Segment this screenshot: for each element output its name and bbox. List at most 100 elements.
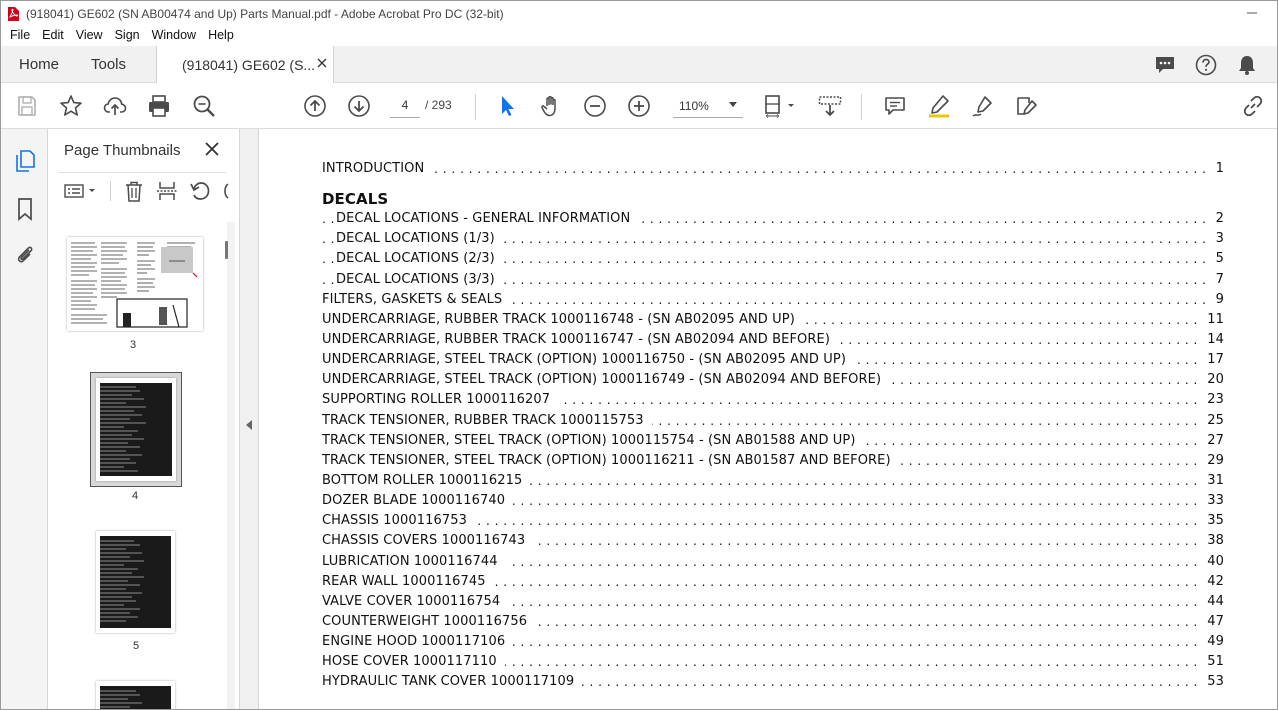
next-page-icon[interactable]: [347, 94, 371, 118]
previous-page-icon[interactable]: [303, 94, 327, 118]
toc-entry-page: 14: [1203, 329, 1224, 350]
toc-entry[interactable]: REAR WALL 1000116745 42: [322, 571, 1224, 592]
toc-entry-page: 47: [1203, 611, 1224, 632]
menu-file[interactable]: File: [1, 27, 36, 46]
scroll-mode-icon[interactable]: [818, 94, 842, 118]
document-view[interactable]: INTRODUCTION 1 DECALS DECAL LOCATIONS - …: [259, 129, 1277, 709]
more-tools-icon[interactable]: [221, 180, 229, 202]
delete-page-icon[interactable]: [123, 180, 145, 202]
toc-entry-title: REAR WALL 1000116745: [322, 573, 494, 589]
toc-entry[interactable]: LUBRICATION 1000116744 40: [322, 551, 1224, 572]
acrobat-window: (918041) GE602 (SN AB00474 and Up) Parts…: [0, 0, 1278, 710]
toc-entry-introduction[interactable]: INTRODUCTION 1: [322, 159, 1224, 179]
collapse-panel-arrow-icon[interactable]: [246, 420, 252, 430]
toc-entry[interactable]: HYDRAULIC TANK COVER 1000117109 53: [322, 672, 1224, 693]
toc-entry[interactable]: HOSE COVER 1000117110 51: [322, 652, 1224, 673]
page-fit-icon[interactable]: [763, 94, 797, 118]
toc-entry[interactable]: SUPPORTING ROLLER 1000116207 23: [322, 390, 1224, 411]
menu-view[interactable]: View: [70, 27, 109, 46]
zoom-search-icon[interactable]: [192, 94, 216, 118]
thumbnail-page-3[interactable]: [67, 237, 203, 331]
cloud-upload-icon[interactable]: [103, 94, 127, 118]
toc-entry-page: 17: [1203, 350, 1224, 371]
tab-tools[interactable]: Tools: [91, 56, 126, 73]
extract-pages-icon[interactable]: [156, 180, 178, 202]
draw-freeform-icon[interactable]: [971, 94, 995, 118]
menu-edit[interactable]: Edit: [36, 27, 70, 46]
print-icon[interactable]: [147, 94, 171, 118]
panel-collapse-gutter[interactable]: [240, 129, 259, 709]
toc-entry[interactable]: DECAL LOCATIONS - GENERAL INFORMATION 2: [322, 209, 1224, 230]
attachments-paperclip-icon[interactable]: [13, 243, 37, 267]
minimize-icon[interactable]: [1245, 6, 1259, 20]
comment-icon[interactable]: [883, 94, 907, 118]
toc-entry-title: DECAL LOCATIONS (3/3): [336, 271, 503, 287]
save-icon[interactable]: [15, 94, 39, 118]
notifications-bell-icon[interactable]: [1236, 54, 1258, 76]
bookmarks-icon[interactable]: [13, 197, 37, 221]
window-title: (918041) GE602 (SN AB00474 and Up) Parts…: [26, 7, 504, 21]
zoom-level-select[interactable]: 110%: [673, 94, 743, 118]
comments-icon[interactable]: [1154, 54, 1176, 76]
tab-home[interactable]: Home: [19, 56, 59, 73]
toc-entry[interactable]: COUNTERWEIGHT 1000116756 47: [322, 611, 1224, 632]
thumbnail-page-4-selection[interactable]: [90, 372, 182, 487]
toc-entry[interactable]: BOTTOM ROLLER 1000116215 31: [322, 470, 1224, 491]
toc-entry[interactable]: VALVE COVER 1000116754 44: [322, 591, 1224, 612]
toc-entry[interactable]: DECAL LOCATIONS (3/3) 7: [322, 269, 1224, 290]
thumbnail-page-6[interactable]: [96, 681, 175, 709]
toc-entry[interactable]: UNDERCARRIAGE, STEEL TRACK (OPTION) 1000…: [322, 350, 1224, 371]
zoom-in-icon[interactable]: [627, 94, 651, 118]
thumbnail-options-icon[interactable]: [63, 180, 99, 202]
toc-entry-title: UNDERCARRIAGE, STEEL TRACK (OPTION) 1000…: [322, 372, 890, 388]
page-number-input[interactable]: 4: [390, 94, 420, 118]
thumbnail-page-5[interactable]: [96, 531, 175, 633]
menu-help[interactable]: Help: [202, 27, 240, 46]
toc-entry-page: 38: [1203, 531, 1224, 552]
toc-entry[interactable]: ENGINE HOOD 1000117106 49: [322, 632, 1224, 653]
toc-entry[interactable]: UNDERCARRIAGE, RUBBER TRACK 1000116747 -…: [322, 329, 1224, 350]
toc-entry-title: HYDRAULIC TANK COVER 1000117109: [322, 674, 583, 690]
toc-entry[interactable]: UNDERCARRIAGE, STEEL TRACK (OPTION) 1000…: [322, 370, 1224, 391]
toc-entry[interactable]: DECAL LOCATIONS (1/3) 3: [322, 229, 1224, 250]
page-thumbnails-panel: Page Thumbnails 3 4 5: [48, 129, 240, 709]
toc-entry[interactable]: CHASSIS 1000116753 35: [322, 511, 1224, 532]
tab-document[interactable]: (918041) GE602 (S...: [156, 46, 334, 83]
fill-sign-icon[interactable]: [1014, 94, 1038, 118]
toc-entry[interactable]: TRACK TENSIONER, STEEL TRACK (OPTION) 10…: [322, 450, 1224, 471]
hand-tool-icon[interactable]: [539, 94, 563, 118]
help-icon[interactable]: [1195, 54, 1217, 76]
toc-entry[interactable]: TRACK TENSIONER, RUBBER TRACK 1000115753…: [322, 410, 1224, 431]
toc-entry-page: 7: [1211, 269, 1224, 290]
toc-entry[interactable]: DECAL LOCATIONS (2/3) 5: [322, 249, 1224, 270]
menu-window[interactable]: Window: [146, 27, 202, 46]
toc-entry[interactable]: CHASSIS COVERS 1000116743 38: [322, 531, 1224, 552]
close-tab-icon[interactable]: [317, 58, 327, 68]
select-cursor-icon[interactable]: [495, 94, 519, 118]
thumbnail-page-4[interactable]: [96, 378, 176, 481]
zoom-out-icon[interactable]: [583, 94, 607, 118]
toc-entry-page: 51: [1203, 652, 1224, 673]
page-thumbnails-icon[interactable]: [13, 149, 37, 173]
toc-entry-title: UNDERCARRIAGE, RUBBER TRACK 1000116748 -…: [322, 311, 803, 327]
toc-entry[interactable]: FILTERS, GASKETS & SEALS 9: [322, 289, 1224, 310]
bookmark-star-icon[interactable]: [59, 94, 83, 118]
close-panel-icon[interactable]: [205, 142, 219, 156]
table-of-contents: INTRODUCTION 1 DECALS DECAL LOCATIONS - …: [322, 159, 1224, 693]
toc-entry-title: BOTTOM ROLLER 1000116215: [322, 472, 531, 488]
toc-entry[interactable]: UNDERCARRIAGE, RUBBER TRACK 1000116748 -…: [322, 309, 1224, 330]
highlight-pen-icon[interactable]: [927, 94, 951, 118]
toc-entry-page: 42: [1203, 571, 1224, 592]
page-3-preview: [71, 242, 198, 328]
thumbnail-list[interactable]: 3 4 5: [54, 221, 234, 709]
tab-document-label: (918041) GE602 (S...: [182, 57, 316, 73]
tools-divider: [110, 181, 111, 201]
toc-entry[interactable]: TRACK TENSIONER, STEEL TRACK (OPTION) 10…: [322, 430, 1224, 451]
toc-entry[interactable]: DOZER BLADE 1000116740 33: [322, 491, 1224, 512]
toc-entry-title: TRACK TENSIONER, STEEL TRACK (OPTION) 10…: [322, 452, 899, 468]
toc-entry-title: DECAL LOCATIONS (2/3): [336, 251, 503, 267]
share-link-icon[interactable]: [1241, 94, 1265, 118]
rotate-page-icon[interactable]: [189, 180, 211, 202]
toc-entry-title: INTRODUCTION: [322, 161, 433, 176]
menu-sign[interactable]: Sign: [109, 27, 146, 46]
